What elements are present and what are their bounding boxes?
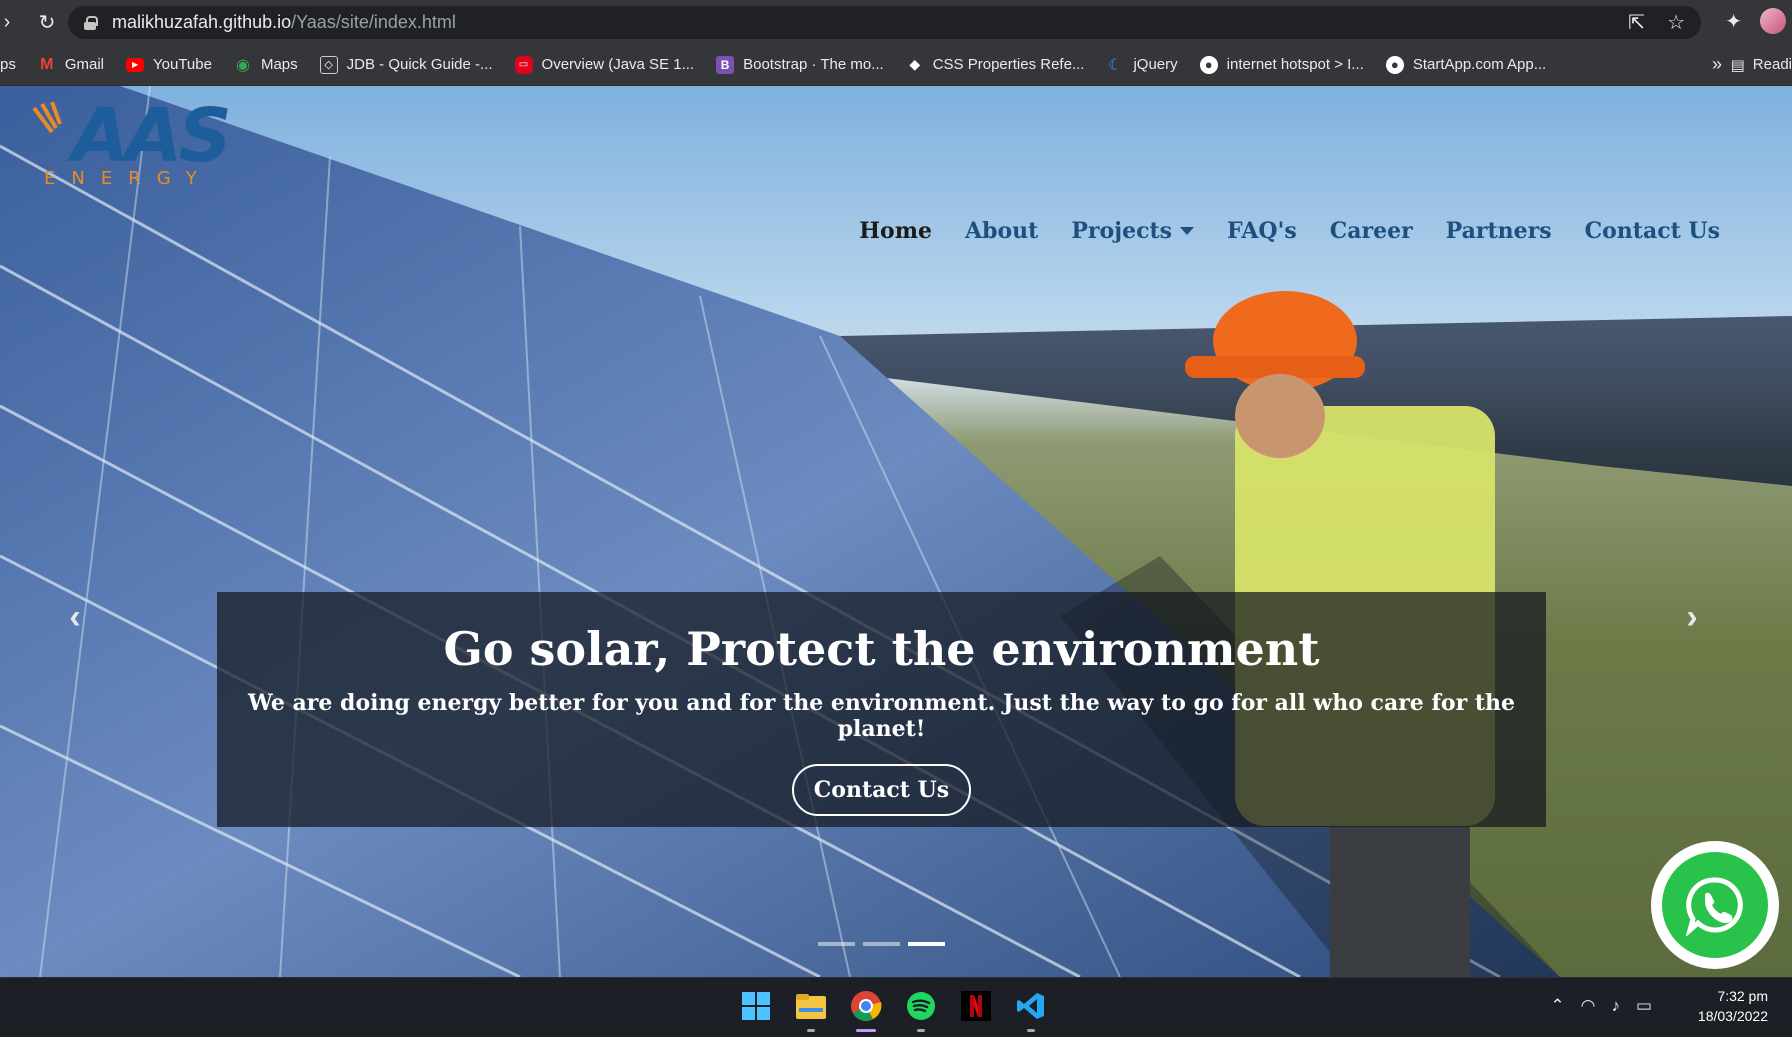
nav-projects[interactable]: Projects xyxy=(1071,218,1195,244)
bookmarks-overflow-button[interactable]: » xyxy=(1712,54,1722,75)
jquery-icon: ☾ xyxy=(1108,56,1123,74)
clock-time: 7:32 pm xyxy=(1717,988,1768,1004)
file-explorer-icon[interactable] xyxy=(793,988,829,1032)
reload-icon[interactable]: ↻ xyxy=(32,7,62,37)
nav-about[interactable]: About xyxy=(965,218,1038,244)
bookmark-bootstrap[interactable]: B Bootstrap · The mo... xyxy=(716,55,884,74)
carousel-prev-button[interactable]: ‹ xyxy=(60,597,90,637)
maps-icon: ◉ xyxy=(235,56,250,74)
volume-icon[interactable]: ♪ xyxy=(1611,996,1620,1016)
whatsapp-icon xyxy=(1685,877,1743,936)
nav-career[interactable]: Career xyxy=(1330,218,1413,244)
hero-title: Go solar, Protect the environment xyxy=(443,622,1320,676)
browser-toolbar: › ↻ malikhuzafah.github.io/Yaas/site/ind… xyxy=(0,0,1792,44)
netflix-icon[interactable] xyxy=(958,988,994,1024)
reading-list-button[interactable]: ▤ Readi xyxy=(1731,56,1792,74)
hero-subtitle: We are doing energy better for you and f… xyxy=(247,690,1515,742)
site-logo[interactable]: AAS ENERGY xyxy=(30,93,232,189)
url-host: malikhuzafah.github.io xyxy=(112,12,292,32)
bookmark-jdb[interactable]: ◇ JDB - Quick Guide -... xyxy=(319,55,493,74)
chrome-icon[interactable] xyxy=(848,988,884,1032)
globe-icon: ● xyxy=(1199,55,1218,74)
chevron-right-icon: › xyxy=(1686,597,1698,636)
globe-icon: ● xyxy=(1385,55,1404,74)
gmail-icon: M xyxy=(40,55,54,73)
bookmark-gmail[interactable]: M Gmail xyxy=(38,56,104,74)
jdb-icon: ◇ xyxy=(319,55,338,74)
clock-date: 18/03/2022 xyxy=(1697,1008,1768,1024)
extensions-icon[interactable]: ✦ xyxy=(1725,9,1742,34)
hero-carousel: AAS ENERGY Home About Projects FAQ's Car… xyxy=(0,86,1792,977)
nav-faqs[interactable]: FAQ's xyxy=(1227,218,1297,244)
sun-rays-icon xyxy=(32,102,62,134)
carousel-next-button[interactable]: › xyxy=(1677,597,1707,637)
chevron-up-icon[interactable]: ⌃ xyxy=(1550,996,1564,1016)
nav-partners[interactable]: Partners xyxy=(1446,218,1552,244)
profile-avatar[interactable] xyxy=(1760,8,1786,34)
system-tray: ⌃ ◠ ♪ ▭ xyxy=(1550,996,1652,1016)
address-bar[interactable]: malikhuzafah.github.io/Yaas/site/index.h… xyxy=(68,6,1701,39)
hero-caption: Go solar, Protect the environment We are… xyxy=(217,592,1546,827)
chevron-down-icon xyxy=(1180,227,1195,235)
oracle-icon: ▭ xyxy=(514,55,533,74)
logo-main-text: AAS xyxy=(72,93,232,179)
bookmark-youtube[interactable]: ▶ YouTube xyxy=(126,56,212,73)
bookmark-startapp[interactable]: ● StartApp.com App... xyxy=(1385,55,1546,74)
forward-icon[interactable]: › xyxy=(0,7,14,37)
spotify-icon[interactable] xyxy=(903,988,939,1032)
chevron-left-icon: ‹ xyxy=(69,597,81,636)
reading-list-icon: ▤ xyxy=(1730,57,1745,74)
carousel-indicator-3[interactable] xyxy=(908,942,945,946)
logo-sub-text: ENERGY xyxy=(44,168,213,189)
bookmark-star-icon[interactable]: ☆ xyxy=(1667,10,1685,35)
carousel-indicators xyxy=(818,942,945,946)
carousel-indicator-2[interactable] xyxy=(863,942,900,946)
bookmark-css[interactable]: ◆ CSS Properties Refe... xyxy=(906,56,1084,74)
url-path: /Yaas/site/index.html xyxy=(291,12,456,32)
bookmarks-bar: ps M Gmail ▶ YouTube ◉ Maps ◇ JDB - Quick Gu… xyxy=(0,44,1792,86)
carousel-indicator-1[interactable] xyxy=(818,942,855,946)
css-icon: ◆ xyxy=(909,56,921,72)
lock-icon[interactable] xyxy=(84,15,98,30)
battery-icon[interactable]: ▭ xyxy=(1636,996,1652,1016)
windows-start-icon[interactable] xyxy=(738,988,774,1024)
system-clock[interactable]: 7:32 pm 18/03/2022 xyxy=(1698,986,1768,1026)
bookmark-apps[interactable]: ps xyxy=(0,56,16,73)
bookmark-maps[interactable]: ◉ Maps xyxy=(234,56,298,74)
youtube-icon: ▶ xyxy=(126,57,145,72)
taskbar: ⌃ ◠ ♪ ▭ 7:32 pm 18/03/2022 xyxy=(0,977,1792,1037)
site-nav: Home About Projects FAQ's Career Partner… xyxy=(859,218,1720,244)
bookmark-java[interactable]: ▭ Overview (Java SE 1... xyxy=(514,55,694,74)
wifi-icon[interactable]: ◠ xyxy=(1581,996,1596,1016)
whatsapp-button[interactable] xyxy=(1651,841,1779,969)
nav-contact[interactable]: Contact Us xyxy=(1585,218,1720,244)
hero-contact-button[interactable]: Contact Us xyxy=(791,764,972,816)
nav-home[interactable]: Home xyxy=(859,218,932,244)
share-icon[interactable]: ⇱ xyxy=(1628,10,1645,35)
bookmark-jquery[interactable]: ☾ jQuery xyxy=(1106,56,1177,74)
bookmark-hotspot[interactable]: ● internet hotspot > I... xyxy=(1199,55,1364,74)
vscode-icon[interactable] xyxy=(1013,988,1049,1032)
bootstrap-icon: B xyxy=(716,55,735,74)
